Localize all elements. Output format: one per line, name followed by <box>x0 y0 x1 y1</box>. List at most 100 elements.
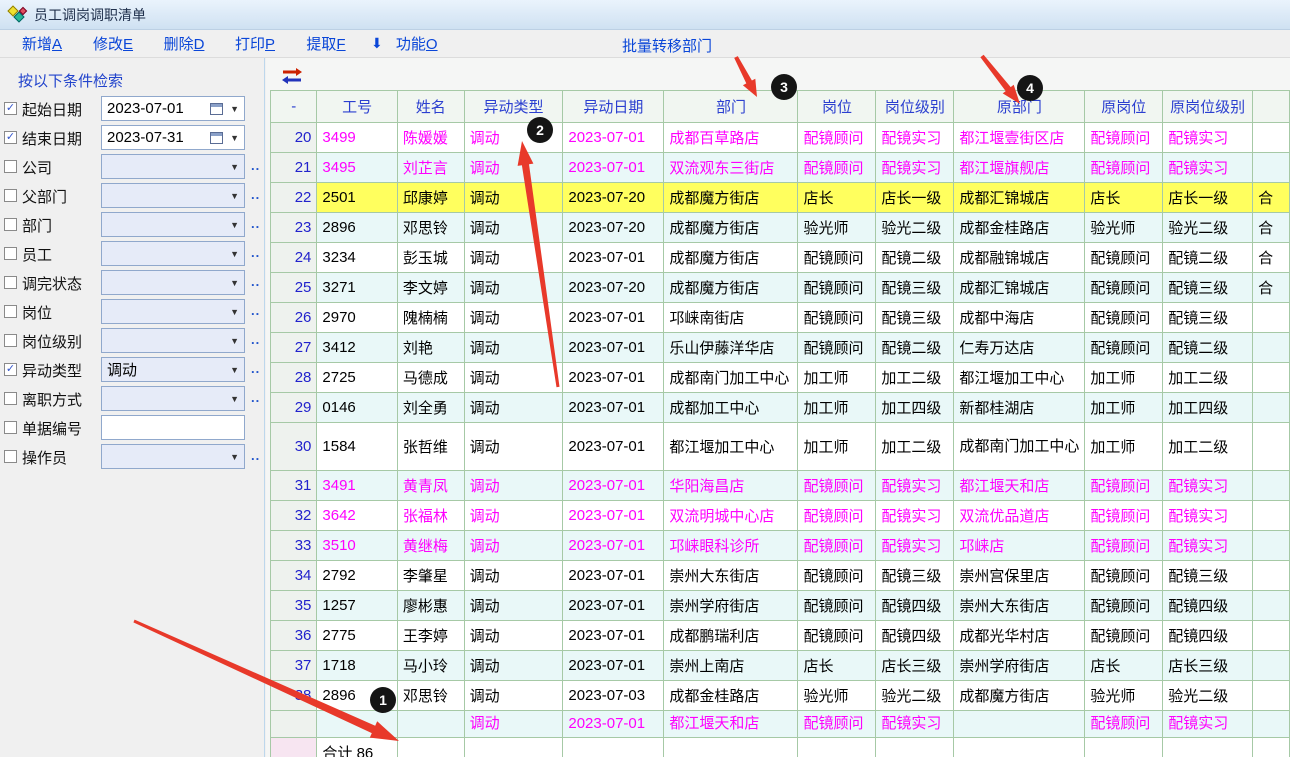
filter-checkbox-部门[interactable] <box>4 218 17 231</box>
chevron-down-icon[interactable]: ▼ <box>225 249 244 259</box>
more-options-button[interactable]: .. <box>251 452 260 460</box>
table-row[interactable]: 273412刘艳调动2023-07-01乐山伊藤洋华店配镜顾问配镜二级仁寿万达店… <box>271 333 1290 363</box>
chevron-down-icon[interactable]: ▼ <box>225 191 244 201</box>
cell-dept: 成都魔方街店 <box>664 183 798 213</box>
cell-id: 2792 <box>317 561 397 591</box>
calendar-icon[interactable] <box>210 103 223 115</box>
more-options-button[interactable]: .. <box>251 220 260 228</box>
more-options-button[interactable]: .. <box>251 394 260 402</box>
dropdown-select[interactable]: ▼ <box>101 212 245 237</box>
column-header-部门[interactable]: 部门 <box>664 91 798 123</box>
chevron-down-icon[interactable]: ▼ <box>225 365 244 375</box>
filter-checkbox-公司[interactable] <box>4 160 17 173</box>
cell-post: 配镜顾问 <box>798 471 876 501</box>
cell-post: 配镜顾问 <box>798 561 876 591</box>
column-header-异动类型[interactable]: 异动类型 <box>464 91 563 123</box>
filter-checkbox-结束日期[interactable]: ✓ <box>4 131 17 144</box>
table-row[interactable]: 203499陈媛媛调动2023-07-01成都百草路店配镜顾问配镜实习都江堰壹街… <box>271 123 1290 153</box>
chevron-down-icon[interactable]: ▼ <box>225 133 244 143</box>
cell-id: 0146 <box>317 393 397 423</box>
function-button[interactable]: 功能O <box>388 33 446 54</box>
chevron-down-icon[interactable]: ▼ <box>225 394 244 404</box>
more-options-button[interactable]: .. <box>251 307 260 315</box>
table-row[interactable]: 313491黄青凤调动2023-07-01华阳海昌店配镜顾问配镜实习都江堰天和店… <box>271 471 1290 501</box>
dropdown-select[interactable]: ▼ <box>101 299 245 324</box>
dropdown-select[interactable]: ▼ <box>101 183 245 208</box>
table-row[interactable]: 342792李肇星调动2023-07-01崇州大东街店配镜顾问配镜三级崇州宫保里… <box>271 561 1290 591</box>
filter-checkbox-起始日期[interactable]: ✓ <box>4 102 17 115</box>
table-row[interactable]: 382896邓思铃调动2023-07-03成都金桂路店验光师验光二级成都魔方街店… <box>271 681 1290 711</box>
print-button[interactable]: 打印P <box>226 33 284 54</box>
chevron-down-icon[interactable]: ▼ <box>225 220 244 230</box>
column-header-原部门[interactable]: 原部门 <box>954 91 1085 123</box>
filter-checkbox-岗位级别[interactable] <box>4 334 17 347</box>
table-row[interactable]: 290146刘全勇调动2023-07-01成都加工中心加工师加工四级新都桂湖店加… <box>271 393 1290 423</box>
column-header-原岗位[interactable]: 原岗位 <box>1085 91 1163 123</box>
table-row[interactable]: 371718马小玲调动2023-07-01崇州上南店店长店长三级崇州学府街店店长… <box>271 651 1290 681</box>
batch-transfer-department-button[interactable]: 批量转移部门 <box>622 35 712 56</box>
more-options-button[interactable]: .. <box>251 278 260 286</box>
chevron-down-icon[interactable]: ▼ <box>225 278 244 288</box>
cell-id: 3234 <box>317 243 397 273</box>
column-header-extra[interactable] <box>1253 91 1290 123</box>
filter-checkbox-员工[interactable] <box>4 247 17 260</box>
dropdown-select[interactable]: ▼ <box>101 154 245 179</box>
filter-checkbox-异动类型[interactable]: ✓ <box>4 363 17 376</box>
filter-checkbox-离职方式[interactable] <box>4 392 17 405</box>
date-input[interactable]: 2023-07-01▼ <box>101 96 245 121</box>
table-row[interactable]: 243234彭玉城调动2023-07-01成都魔方街店配镜顾问配镜二级成都融锦城… <box>271 243 1290 273</box>
cell-name: 黄继梅 <box>397 531 464 561</box>
dropdown-select[interactable]: ▼ <box>101 444 245 469</box>
more-options-button[interactable]: .. <box>251 336 260 344</box>
chevron-down-icon[interactable]: ▼ <box>225 307 244 317</box>
date-input[interactable]: 2023-07-31▼ <box>101 125 245 150</box>
calendar-icon[interactable] <box>210 132 223 144</box>
chevron-down-icon[interactable]: ▼ <box>225 452 244 462</box>
filter-checkbox-操作员[interactable] <box>4 450 17 463</box>
table-row[interactable]: 362775王李婷调动2023-07-01成都鹏瑞利店配镜顾问配镜四级成都光华村… <box>271 621 1290 651</box>
table-row[interactable]: 351257廖彬惠调动2023-07-01崇州学府街店配镜顾问配镜四级崇州大东街… <box>271 591 1290 621</box>
dropdown-select[interactable]: ▼ <box>101 328 245 353</box>
table-row[interactable]: 213495刘芷言调动2023-07-01双流观东三街店配镜顾问配镜实习都江堰旗… <box>271 153 1290 183</box>
chevron-down-icon[interactable]: ▼ <box>225 336 244 346</box>
table-row[interactable]: 333510黄继梅调动2023-07-01邛崃眼科诊所配镜顾问配镜实习邛崃店配镜… <box>271 531 1290 561</box>
table-row[interactable]: 调动2023-07-01都江堰天和店配镜顾问配镜实习配镜顾问配镜实习 <box>271 711 1290 738</box>
edit-button[interactable]: 修改E <box>84 33 142 54</box>
table-row[interactable]: 262970隗楠楠调动2023-07-01邛崃南街店配镜顾问配镜三级成都中海店配… <box>271 303 1290 333</box>
table-row[interactable]: 282725马德成调动2023-07-01成都南门加工中心加工师加工二级都江堰加… <box>271 363 1290 393</box>
column-header-姓名[interactable]: 姓名 <box>397 91 464 123</box>
filter-checkbox-父部门[interactable] <box>4 189 17 202</box>
table-row[interactable]: 323642张福林调动2023-07-01双流明城中心店配镜顾问配镜实习双流优品… <box>271 501 1290 531</box>
chevron-down-icon[interactable]: ▼ <box>225 104 244 114</box>
table-row[interactable]: 222501邱康婷调动2023-07-20成都魔方街店店长店长一级成都汇锦城店店… <box>271 183 1290 213</box>
column-header-原岗位级别[interactable]: 原岗位级别 <box>1163 91 1253 123</box>
table-row[interactable]: 253271李文婷调动2023-07-20成都魔方街店配镜顾问配镜三级成都汇锦城… <box>271 273 1290 303</box>
filter-checkbox-岗位[interactable] <box>4 305 17 318</box>
column-header-异动日期[interactable]: 异动日期 <box>563 91 664 123</box>
more-options-button[interactable]: .. <box>251 162 260 170</box>
dropdown-select[interactable]: 调动▼ <box>101 357 245 382</box>
swap-columns-icon[interactable] <box>281 68 303 84</box>
text-input[interactable] <box>101 415 245 440</box>
delete-button[interactable]: 删除D <box>155 33 213 54</box>
column-header-岗位级别[interactable]: 岗位级别 <box>876 91 954 123</box>
cell-extra <box>1253 651 1290 681</box>
cell-old_level: 加工二级 <box>1163 363 1253 393</box>
extract-button[interactable]: 提取F <box>297 33 355 54</box>
add-button[interactable]: 新增A <box>13 33 71 54</box>
dropdown-select[interactable]: ▼ <box>101 270 245 295</box>
more-options-button[interactable]: .. <box>251 191 260 199</box>
table-row[interactable]: 232896邓思铃调动2023-07-20成都魔方街店验光师验光二级成都金桂路店… <box>271 213 1290 243</box>
table-area: -工号姓名异动类型异动日期部门岗位岗位级别原部门原岗位原岗位级别203499陈媛… <box>266 58 1290 757</box>
column-header-岗位[interactable]: 岗位 <box>798 91 876 123</box>
dropdown-select[interactable]: ▼ <box>101 386 245 411</box>
table-row[interactable]: 301584张哲维调动2023-07-01都江堰加工中心加工师加工二级成都南门加… <box>271 423 1290 471</box>
more-options-button[interactable]: .. <box>251 249 260 257</box>
column-header--[interactable]: - <box>271 91 317 123</box>
column-header-工号[interactable]: 工号 <box>317 91 397 123</box>
more-options-button[interactable]: .. <box>251 365 260 373</box>
chevron-down-icon[interactable]: ▼ <box>225 162 244 172</box>
filter-checkbox-单据编号[interactable] <box>4 421 17 434</box>
dropdown-select[interactable]: ▼ <box>101 241 245 266</box>
filter-checkbox-调完状态[interactable] <box>4 276 17 289</box>
